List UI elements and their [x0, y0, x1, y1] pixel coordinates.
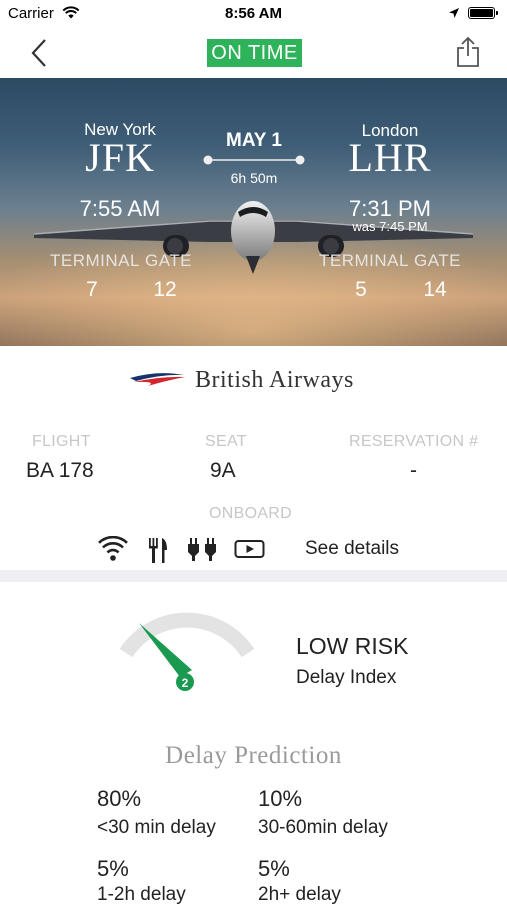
destination-terminal: 5 — [355, 278, 367, 301]
airline-logo — [130, 373, 185, 386]
onboard-label: ONBOARD — [209, 505, 292, 522]
departure-time: 7:55 AM — [79, 196, 161, 221]
see-details-link[interactable]: See details — [305, 538, 399, 560]
original-arrival-time: was 7:45 PM — [352, 219, 428, 234]
prediction-percent-3: 5% — [97, 856, 129, 881]
seat-number: 9A — [210, 459, 236, 482]
gauge-value: 2 — [182, 676, 189, 690]
origin-gate: 12 — [153, 278, 177, 301]
flight-number: BA 178 — [26, 459, 94, 482]
airline-name: British Airways — [195, 367, 354, 393]
destination-terminal-label: TERMINAL — [319, 251, 409, 270]
battery-icon — [468, 7, 498, 19]
wifi-icon — [98, 536, 128, 561]
origin-terminal: 7 — [86, 278, 98, 301]
video-icon — [234, 540, 265, 558]
prediction-percent-4: 5% — [258, 856, 290, 881]
prediction-label-2: 30-60min delay — [258, 817, 388, 838]
reservation-label: RESERVATION # — [349, 433, 479, 450]
share-icon[interactable] — [455, 36, 481, 68]
origin-gate-label: GATE — [145, 251, 193, 270]
flight-date: MAY 1 — [226, 130, 282, 151]
section-divider — [0, 570, 507, 582]
prediction-label-1: <30 min delay — [97, 817, 216, 838]
risk-level: LOW RISK — [296, 633, 409, 659]
flight-label: FLIGHT — [32, 433, 91, 450]
prediction-percent-1: 80% — [97, 786, 142, 811]
origin-terminal-label: TERMINAL — [50, 251, 140, 270]
power-icon — [188, 538, 216, 561]
destination-code: LHR — [348, 135, 432, 180]
back-chevron-icon[interactable] — [30, 38, 48, 68]
delay-gauge: 2 — [119, 612, 255, 691]
meal-icon — [149, 538, 167, 563]
route-line — [203, 155, 305, 165]
location-arrow-icon — [449, 8, 459, 18]
prediction-label-4: 2h+ delay — [258, 884, 341, 905]
prediction-label-3: 1-2h delay — [97, 884, 186, 905]
destination-gate: 14 — [423, 278, 447, 301]
risk-sublabel: Delay Index — [296, 667, 397, 688]
origin-code: JFK — [85, 135, 155, 180]
status-bar: Carrier 8:56 AM — [0, 0, 507, 28]
clock: 8:56 AM — [225, 5, 282, 22]
reservation-number: - — [410, 459, 417, 482]
nav-bar: ON TIME — [0, 28, 507, 78]
destination-gate-label: GATE — [414, 251, 462, 270]
prediction-percent-2: 10% — [258, 786, 303, 811]
status-badge: ON TIME — [207, 39, 302, 67]
flight-duration: 6h 50m — [230, 170, 278, 186]
prediction-title: Delay Prediction — [165, 742, 342, 769]
flight-hero: New York JFK 7:55 AM MAY 1 6h 50m London… — [0, 78, 507, 346]
seat-label: SEAT — [205, 433, 247, 450]
